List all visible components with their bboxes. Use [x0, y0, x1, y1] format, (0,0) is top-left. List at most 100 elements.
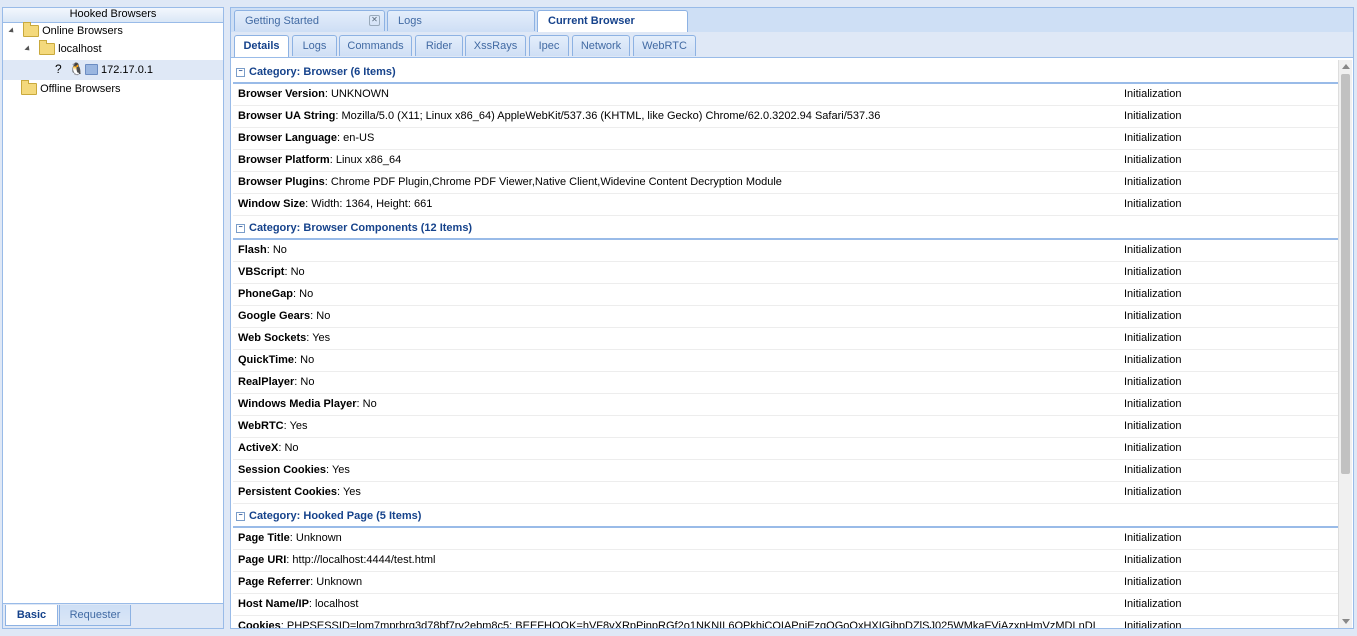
- tab-label: Current Browser: [548, 15, 635, 27]
- detail-cell: Flash: No: [238, 240, 1118, 261]
- subtab-details[interactable]: Details: [234, 35, 289, 57]
- table-row[interactable]: Page URI: http://localhost:4444/test.htm…: [233, 550, 1339, 572]
- detail-value: Mozilla/5.0 (X11; Linux x86_64) AppleWeb…: [341, 110, 881, 122]
- detail-source: Initialization: [1124, 442, 1182, 454]
- table-row[interactable]: QuickTime: No Initialization: [233, 350, 1339, 372]
- table-row[interactable]: Browser Platform: Linux x86_64 Initializa…: [233, 150, 1339, 172]
- tab-label: Logs: [398, 15, 422, 27]
- table-row[interactable]: Web Sockets: Yes Initialization: [233, 328, 1339, 350]
- detail-cell: Page Title: Unknown: [238, 528, 1118, 549]
- table-row[interactable]: Browser Version: UNKNOWN Initialization: [233, 84, 1339, 106]
- table-row[interactable]: ActiveX: No Initialization: [233, 438, 1339, 460]
- table-row[interactable]: RealPlayer: No Initialization: [233, 372, 1339, 394]
- folder-icon: [39, 40, 56, 56]
- tree-node-browser[interactable]: ? 🐧 172.17.0.1: [3, 60, 223, 80]
- table-row[interactable]: VBScript: No Initialization: [233, 262, 1339, 284]
- tab-getting-started[interactable]: Getting Started ✕: [234, 10, 385, 31]
- table-row[interactable]: Windows Media Player: No Initialization: [233, 394, 1339, 416]
- scroll-down-arrow-icon[interactable]: [1342, 619, 1350, 624]
- detail-key: Page Title: [238, 532, 290, 544]
- detail-source: Initialization: [1124, 198, 1182, 210]
- table-row[interactable]: Session Cookies: Yes Initialization: [233, 460, 1339, 482]
- table-row[interactable]: Page Title: Unknown Initialization: [233, 528, 1339, 550]
- detail-value: Yes: [289, 420, 308, 432]
- detail-source: Initialization: [1124, 554, 1182, 566]
- detail-value: Unknown: [295, 532, 342, 544]
- detail-cell: Google Gears: No: [238, 306, 1118, 327]
- detail-cell: Browser Language: en-US: [238, 128, 1118, 149]
- detail-value: Linux x86_64: [335, 154, 402, 166]
- detail-source: Initialization: [1124, 244, 1182, 256]
- table-row[interactable]: PhoneGap: No Initialization: [233, 284, 1339, 306]
- subtab-commands[interactable]: Commands: [339, 35, 412, 56]
- tree-label: Offline Browsers: [40, 83, 121, 95]
- detail-value: No: [299, 288, 314, 300]
- table-row[interactable]: Flash: No Initialization: [233, 240, 1339, 262]
- scroll-up-arrow-icon[interactable]: [1342, 64, 1350, 69]
- detail-value: Width: 1364, Height: 661: [311, 198, 433, 210]
- category-header[interactable]: − Category: Hooked Page (5 Items): [233, 504, 1339, 528]
- category-header[interactable]: − Category: Browser (6 Items): [233, 60, 1339, 84]
- table-row[interactable]: Google Gears: No Initialization: [233, 306, 1339, 328]
- table-row[interactable]: Browser Language: en-US Initialization: [233, 128, 1339, 150]
- collapse-icon[interactable]: −: [236, 67, 245, 77]
- detail-value: No: [290, 266, 305, 278]
- detail-value: en-US: [343, 132, 375, 144]
- detail-source: Initialization: [1124, 110, 1182, 122]
- detail-key: Browser Platform: [238, 154, 330, 166]
- detail-value: http://localhost:4444/test.html: [292, 554, 436, 566]
- expand-arrow-icon[interactable]: [24, 45, 32, 53]
- subtab-network[interactable]: Network: [572, 35, 630, 56]
- tab-basic[interactable]: Basic: [5, 605, 58, 626]
- scrollbar-thumb[interactable]: [1341, 74, 1350, 474]
- detail-value: Yes: [331, 464, 350, 476]
- detail-cell: RealPlayer: No: [238, 372, 1118, 393]
- table-row[interactable]: Browser UA String: Mozilla/5.0 (X11; Lin…: [233, 106, 1339, 128]
- tab-current-browser[interactable]: Current Browser: [537, 10, 688, 32]
- tab-logs[interactable]: Logs: [387, 10, 535, 31]
- table-row[interactable]: Page Referrer: Unknown Initialization: [233, 572, 1339, 594]
- computer-icon: [85, 64, 98, 75]
- folder-icon: [23, 22, 40, 38]
- tree-node-online-browsers[interactable]: Online Browsers: [3, 22, 223, 40]
- table-row[interactable]: WebRTC: Yes Initialization: [233, 416, 1339, 438]
- detail-key: Browser Version: [238, 88, 325, 100]
- detail-value: No: [284, 442, 299, 454]
- expand-arrow-icon[interactable]: [8, 27, 16, 35]
- detail-key: Page Referrer: [238, 576, 311, 588]
- detail-cell: Browser Version: UNKNOWN: [238, 84, 1118, 105]
- subtab-rider[interactable]: Rider: [415, 35, 463, 56]
- table-row[interactable]: Cookies: PHPSESSID=lom7mprbrg3d78bf7rv2e…: [233, 616, 1339, 628]
- collapse-icon[interactable]: −: [236, 223, 245, 233]
- table-row[interactable]: Host Name/IP: localhost Initialization: [233, 594, 1339, 616]
- subtab-xssrays[interactable]: XssRays: [465, 35, 526, 56]
- detail-key: Page URI: [238, 554, 287, 566]
- detail-key: WebRTC: [238, 420, 284, 432]
- tab-requester[interactable]: Requester: [59, 605, 131, 626]
- category-title: Category: Browser Components (12 Items): [249, 222, 473, 234]
- table-row[interactable]: Window Size: Width: 1364, Height: 661 Ini…: [233, 194, 1339, 216]
- tree-node-offline-browsers[interactable]: Offline Browsers: [3, 80, 223, 98]
- subtab-logs[interactable]: Logs: [292, 35, 337, 56]
- vertical-scrollbar[interactable]: [1338, 60, 1352, 628]
- detail-key: Window Size: [238, 198, 306, 210]
- table-row[interactable]: Browser Plugins: Chrome PDF Plugin,Chrom…: [233, 172, 1339, 194]
- detail-source: Initialization: [1124, 154, 1182, 166]
- details-tabstrip: Details Logs Commands Rider XssRays Ipec…: [231, 32, 1353, 58]
- table-row[interactable]: Persistent Cookies: Yes Initialization: [233, 482, 1339, 504]
- detail-cell: PhoneGap: No: [238, 284, 1118, 305]
- category-header[interactable]: − Category: Browser Components (12 Items): [233, 216, 1339, 240]
- detail-source: Initialization: [1124, 532, 1182, 544]
- detail-source: Initialization: [1124, 620, 1182, 628]
- detail-cell: Window Size: Width: 1364, Height: 661: [238, 194, 1118, 215]
- detail-cell: Host Name/IP: localhost: [238, 594, 1118, 615]
- category-title: Category: Browser (6 Items): [249, 66, 396, 78]
- detail-key: QuickTime: [238, 354, 295, 366]
- close-icon[interactable]: ✕: [369, 15, 380, 26]
- subtab-webrtc[interactable]: WebRTC: [633, 35, 696, 56]
- subtab-ipec[interactable]: Ipec: [529, 35, 569, 56]
- collapse-icon[interactable]: −: [236, 511, 245, 521]
- detail-source: Initialization: [1124, 576, 1182, 588]
- detail-value: Unknown: [316, 576, 363, 588]
- tree-node-localhost[interactable]: localhost: [3, 40, 223, 58]
